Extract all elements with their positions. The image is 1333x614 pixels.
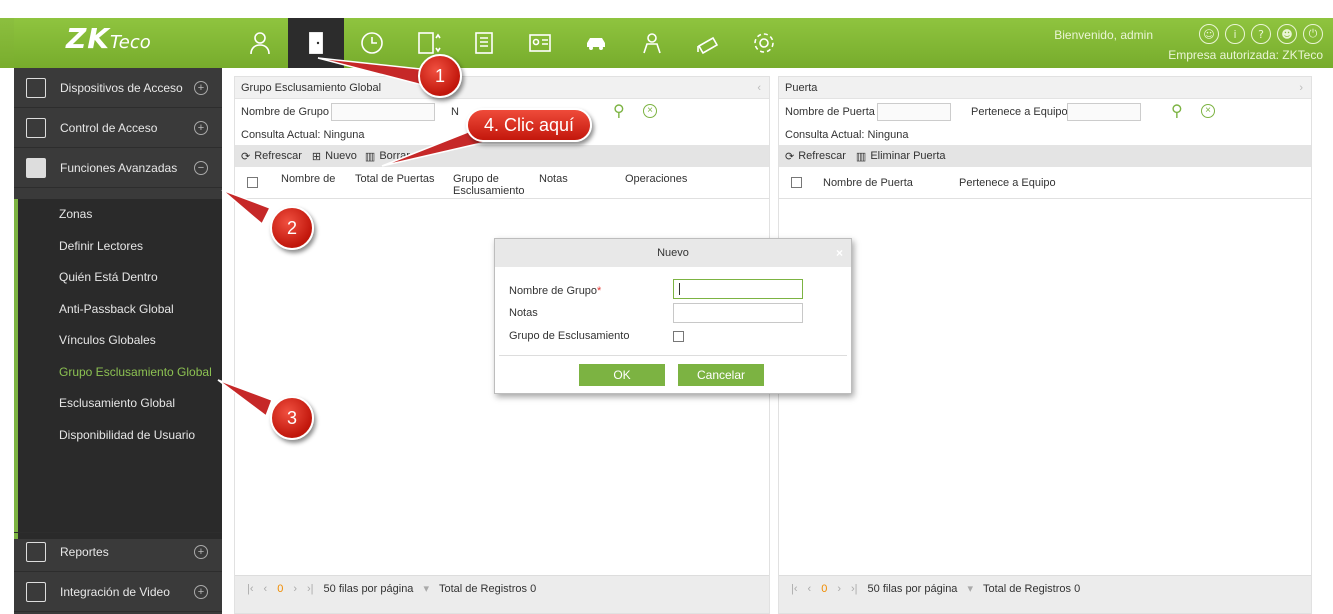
callout-1-pointer — [317, 57, 431, 87]
callout-3: 3 — [270, 396, 314, 440]
callout-1: 1 — [418, 54, 462, 98]
callout-2-pointer — [221, 189, 272, 226]
callout-3-pointer — [217, 379, 273, 418]
callout-2: 2 — [270, 206, 314, 250]
callout-pointers — [217, 57, 488, 418]
callout-4: 4. Clic aquí — [466, 108, 593, 142]
